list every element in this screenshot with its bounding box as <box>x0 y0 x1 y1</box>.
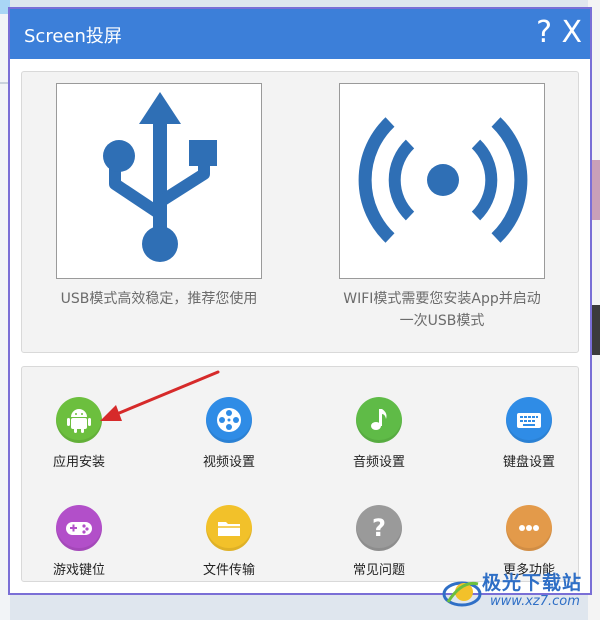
watermark-logo-icon <box>442 581 482 607</box>
faq-label: 常见问题 <box>352 563 405 578</box>
wifi-mode-caption: WIFI模式需要您安装App并启动 一次USB模式 <box>307 288 577 332</box>
folder-icon <box>206 505 252 551</box>
faq-button[interactable]: ? 常见问题 <box>334 505 424 595</box>
watermark-text: 极光下载站 <box>482 572 583 594</box>
watermark: 极光下载站 www.xz7.com <box>440 566 600 618</box>
help-button[interactable]: ? <box>536 15 552 50</box>
connection-mode-panel: USB模式高效稳定，推荐您使用 WIFI模式需要您安装App并启动 一次USB模… <box>21 71 579 353</box>
file-transfer-button[interactable]: 文件传输 <box>184 505 274 595</box>
wifi-mode-button[interactable] <box>339 83 545 279</box>
usb-icon <box>103 92 217 262</box>
window-title: Screen投屏 <box>24 26 122 47</box>
game-keys-button[interactable]: 游戏键位 <box>34 505 124 595</box>
screen-cast-dialog: Screen投屏 ? X USB模式高效稳定，推荐您使用 WIFI模式需要您安装… <box>8 7 592 595</box>
video-settings-label: 视频设置 <box>202 455 255 470</box>
wifi-caption-line2: 一次USB模式 <box>399 313 485 329</box>
usb-mode-button[interactable] <box>56 83 262 279</box>
file-transfer-label: 文件传输 <box>202 563 255 578</box>
keyboard-settings-label: 键盘设置 <box>502 455 555 470</box>
function-panel: 应用安装 视频设置 音频设置 键盘设置 游戏键位 文件传输 ? 常见问题 更多功… <box>21 366 579 582</box>
question-icon: ? <box>356 505 402 551</box>
wifi-caption-line1: WIFI模式需要您安装App并启动 <box>343 291 541 307</box>
film-reel-icon <box>206 397 252 443</box>
android-icon <box>56 397 102 443</box>
title-bar: Screen投屏 ? X <box>10 9 590 59</box>
keyboard-settings-button[interactable]: 键盘设置 <box>484 397 574 487</box>
game-keys-label: 游戏键位 <box>52 563 105 578</box>
wifi-icon <box>358 117 528 243</box>
audio-settings-button[interactable]: 音频设置 <box>334 397 424 487</box>
video-settings-button[interactable]: 视频设置 <box>184 397 274 487</box>
app-install-label: 应用安装 <box>52 455 105 470</box>
music-note-icon <box>356 397 402 443</box>
more-icon <box>506 505 552 551</box>
app-install-button[interactable]: 应用安装 <box>34 397 124 487</box>
close-button[interactable]: X <box>561 15 582 50</box>
keyboard-icon <box>506 397 552 443</box>
usb-mode-caption: USB模式高效稳定，推荐您使用 <box>60 291 258 307</box>
gamepad-icon <box>56 505 102 551</box>
watermark-url: www.xz7.com <box>490 594 580 609</box>
audio-settings-label: 音频设置 <box>352 455 405 470</box>
